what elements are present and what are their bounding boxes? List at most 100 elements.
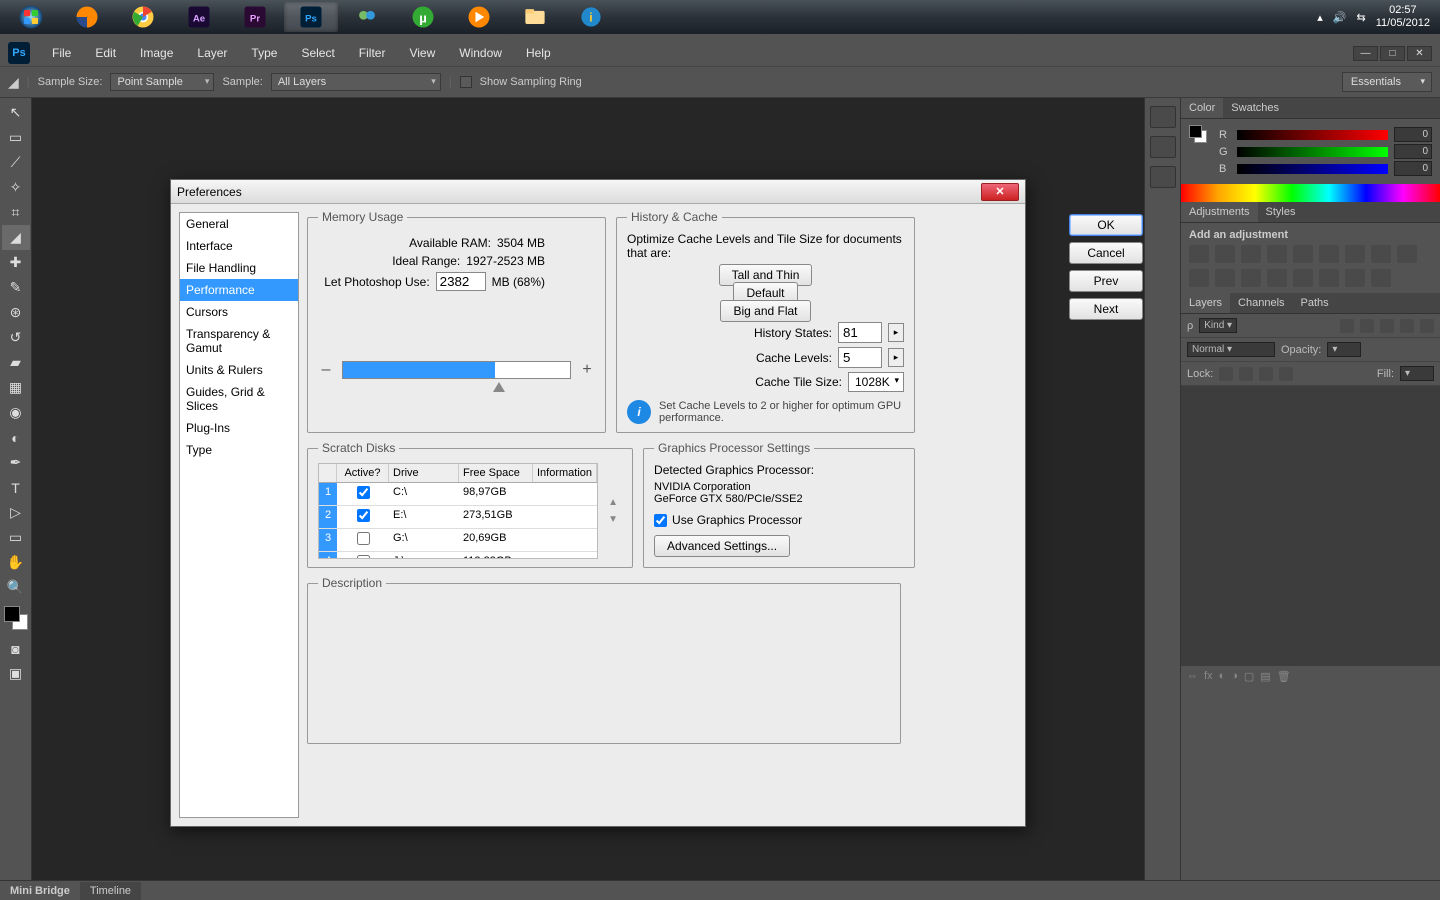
- adjustment-icon[interactable]: [1371, 269, 1391, 287]
- adjustment-icon[interactable]: [1189, 269, 1209, 287]
- next-button[interactable]: Next: [1069, 298, 1143, 320]
- sample-size-dropdown[interactable]: Point Sample: [110, 73, 214, 91]
- scratch-disk-row[interactable]: 1C:\98,97GB: [319, 483, 597, 506]
- marquee-tool-icon[interactable]: ▭: [2, 125, 30, 150]
- system-tray[interactable]: ▴ 🔊 ⇆ 02:57 11/05/2012: [1317, 4, 1436, 30]
- color-swatches[interactable]: [2, 604, 30, 632]
- history-states-stepper[interactable]: ▸: [888, 323, 904, 342]
- b-slider[interactable]: [1237, 164, 1388, 174]
- tray-chevron-icon[interactable]: ▴: [1317, 11, 1323, 24]
- scratch-active-checkbox[interactable]: [357, 509, 370, 522]
- filter-icon[interactable]: [1360, 319, 1374, 333]
- new-layer-icon[interactable]: ▤: [1260, 670, 1270, 683]
- adjustment-icon[interactable]: [1215, 269, 1235, 287]
- sidebar-item-type[interactable]: Type: [180, 439, 298, 461]
- screenmode-tool-icon[interactable]: ▣: [2, 661, 30, 686]
- filter-icon[interactable]: [1340, 319, 1354, 333]
- menu-help[interactable]: Help: [516, 43, 561, 63]
- advanced-settings-button[interactable]: Advanced Settings...: [654, 535, 790, 557]
- taskbar-firefox-icon[interactable]: [60, 2, 114, 32]
- path-select-tool-icon[interactable]: ▷: [2, 500, 30, 525]
- healing-tool-icon[interactable]: ✚: [2, 250, 30, 275]
- cache-levels-stepper[interactable]: ▸: [888, 348, 904, 367]
- sidebar-item-plug-ins[interactable]: Plug-Ins: [180, 417, 298, 439]
- tab-timeline[interactable]: Timeline: [80, 882, 141, 900]
- move-up-button[interactable]: ▲: [608, 497, 618, 508]
- adjustment-icon[interactable]: [1241, 245, 1261, 263]
- adjustment-layer-icon[interactable]: ◑: [1231, 670, 1238, 683]
- menu-edit[interactable]: Edit: [85, 43, 126, 63]
- tab-color[interactable]: Color: [1181, 98, 1223, 118]
- move-tool-icon[interactable]: ↖: [2, 100, 30, 125]
- scratch-disk-row[interactable]: 2E:\273,51GB: [319, 506, 597, 529]
- collapsed-panel-icon[interactable]: [1150, 166, 1176, 188]
- history-states-input[interactable]: [838, 322, 882, 343]
- shape-tool-icon[interactable]: ▭: [2, 525, 30, 550]
- taskbar-app-icon[interactable]: i: [564, 2, 618, 32]
- prev-button[interactable]: Prev: [1069, 270, 1143, 292]
- lock-icon[interactable]: [1239, 367, 1253, 381]
- sidebar-item-file-handling[interactable]: File Handling: [180, 257, 298, 279]
- b-input[interactable]: [1394, 161, 1432, 176]
- taskbar-clock[interactable]: 02:57 11/05/2012: [1376, 4, 1430, 30]
- type-tool-icon[interactable]: T: [2, 475, 30, 500]
- adjustment-icon[interactable]: [1189, 245, 1209, 263]
- tab-paths[interactable]: Paths: [1293, 293, 1337, 313]
- workspace-dropdown[interactable]: Essentials: [1342, 72, 1432, 92]
- cancel-button[interactable]: Cancel: [1069, 242, 1143, 264]
- tab-adjustments[interactable]: Adjustments: [1181, 202, 1258, 222]
- adjustment-icon[interactable]: [1293, 245, 1313, 263]
- move-down-button[interactable]: ▼: [608, 514, 618, 525]
- adjustment-icon[interactable]: [1319, 245, 1339, 263]
- gradient-tool-icon[interactable]: ▦: [2, 375, 30, 400]
- eraser-tool-icon[interactable]: ▰: [2, 350, 30, 375]
- use-gpu-checkbox[interactable]: [654, 514, 667, 527]
- mask-icon[interactable]: ◐: [1219, 670, 1226, 683]
- scratch-disk-row[interactable]: 3G:\20,69GB: [319, 529, 597, 552]
- lasso-tool-icon[interactable]: ⟋: [2, 150, 30, 175]
- g-slider[interactable]: [1237, 147, 1388, 157]
- show-sampling-ring-checkbox[interactable]: [460, 76, 472, 88]
- adjustment-icon[interactable]: [1345, 269, 1365, 287]
- foreground-background-swatch[interactable]: [1189, 125, 1207, 143]
- collapsed-panel-icon[interactable]: [1150, 136, 1176, 158]
- sidebar-item-interface[interactable]: Interface: [180, 235, 298, 257]
- blend-mode-dropdown[interactable]: Normal ▾: [1187, 342, 1275, 357]
- adjustment-icon[interactable]: [1241, 269, 1261, 287]
- window-maximize-button[interactable]: □: [1380, 46, 1405, 61]
- sidebar-item-general[interactable]: General: [180, 213, 298, 235]
- filter-icon[interactable]: [1420, 319, 1434, 333]
- taskbar-aftereffects-icon[interactable]: Ae: [172, 2, 226, 32]
- zoom-tool-icon[interactable]: 🔍: [2, 575, 30, 600]
- tray-network-icon[interactable]: ⇆: [1357, 11, 1366, 24]
- blur-tool-icon[interactable]: ◉: [2, 400, 30, 425]
- pen-tool-icon[interactable]: ✒: [2, 450, 30, 475]
- collapsed-panel-icon[interactable]: [1150, 106, 1176, 128]
- adjustment-icon[interactable]: [1293, 269, 1313, 287]
- memory-slider[interactable]: [342, 361, 571, 379]
- scratch-disk-row[interactable]: 4J:\112,23GB: [319, 552, 597, 559]
- r-slider[interactable]: [1237, 130, 1388, 140]
- window-minimize-button[interactable]: —: [1353, 46, 1378, 61]
- lock-icon[interactable]: [1259, 367, 1273, 381]
- scratch-active-checkbox[interactable]: [357, 532, 370, 545]
- adjustment-icon[interactable]: [1215, 245, 1235, 263]
- hand-tool-icon[interactable]: ✋: [2, 550, 30, 575]
- menu-window[interactable]: Window: [449, 43, 512, 63]
- delete-layer-icon[interactable]: 🗑: [1277, 670, 1291, 683]
- tab-channels[interactable]: Channels: [1230, 293, 1292, 313]
- scratch-active-checkbox[interactable]: [357, 555, 370, 559]
- big-flat-button[interactable]: Big and Flat: [720, 300, 810, 322]
- adjustment-icon[interactable]: [1371, 245, 1391, 263]
- taskbar-premiere-icon[interactable]: Pr: [228, 2, 282, 32]
- memory-minus-button[interactable]: –: [318, 361, 334, 379]
- adjustment-icon[interactable]: [1397, 245, 1417, 263]
- scratch-active-checkbox[interactable]: [357, 486, 370, 499]
- dodge-tool-icon[interactable]: ◐: [2, 425, 30, 450]
- sidebar-item-units-rulers[interactable]: Units & Rulers: [180, 359, 298, 381]
- brush-tool-icon[interactable]: ✎: [2, 275, 30, 300]
- cache-levels-input[interactable]: [838, 347, 882, 368]
- crop-tool-icon[interactable]: ⌗: [2, 200, 30, 225]
- memory-plus-button[interactable]: +: [579, 361, 595, 379]
- cache-tile-dropdown[interactable]: 1028K: [848, 372, 904, 392]
